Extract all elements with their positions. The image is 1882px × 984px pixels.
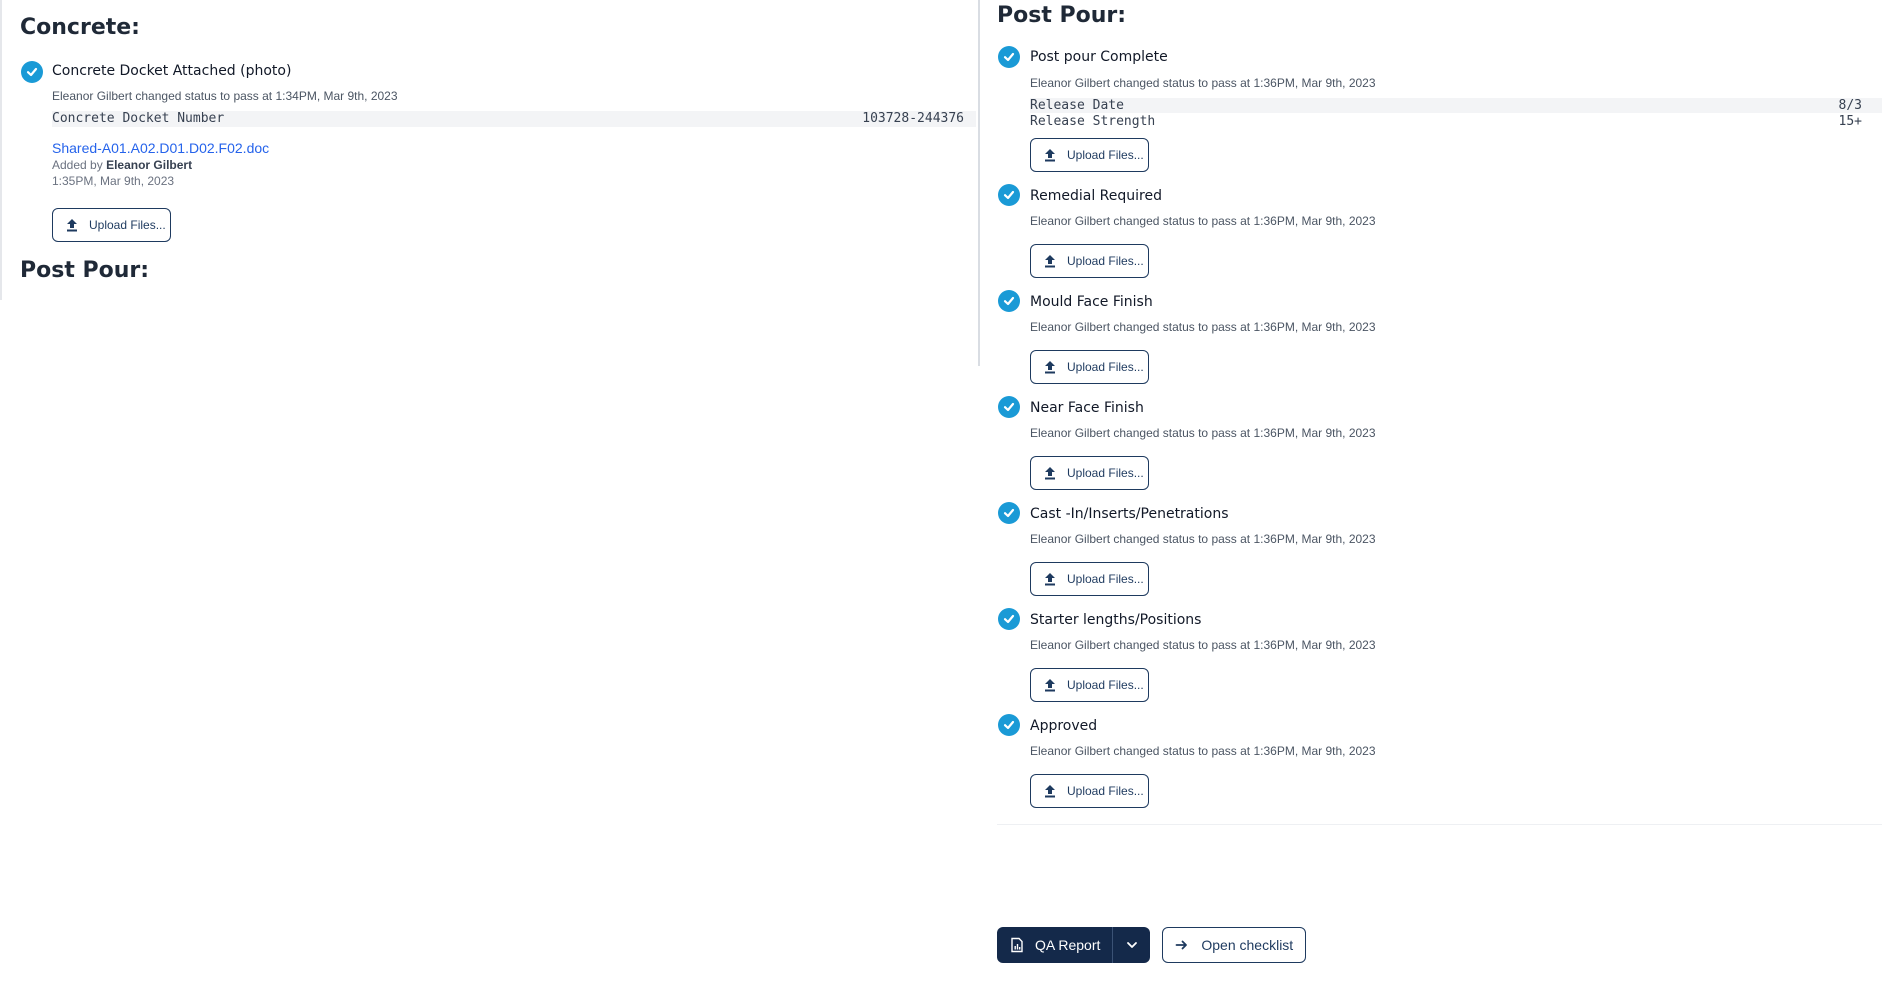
left-edge-divider	[0, 0, 2, 300]
action-bar: QA Report Open checklist	[997, 927, 1307, 963]
field-label: Concrete Docket Number	[52, 111, 225, 126]
field-value: 8/3	[1838, 98, 1862, 113]
checklist-item-title: Starter lengths/Positions	[1030, 612, 1202, 628]
upload-files-label: Upload Files...	[1067, 254, 1144, 268]
chevron-down-icon	[1126, 942, 1137, 948]
qa-report-label: QA Report	[1035, 937, 1101, 953]
field-row-docket-number: Concrete Docket Number 103728-244376	[52, 111, 976, 127]
upload-files-button[interactable]: Upload Files...	[1030, 562, 1149, 596]
section-title-post-pour: Post Pour:	[997, 3, 1127, 28]
checklist-item-title: Cast -In/Inserts/Penetrations	[1030, 506, 1229, 522]
checklist-item-status: Eleanor Gilbert changed status to pass a…	[1030, 214, 1376, 228]
upload-files-label: Upload Files...	[1067, 148, 1144, 162]
upload-files-button[interactable]: Upload Files...	[52, 208, 171, 242]
pane-divider	[978, 0, 980, 366]
upload-files-button[interactable]: Upload Files...	[1030, 456, 1149, 490]
upload-files-button[interactable]: Upload Files...	[1030, 138, 1149, 172]
checklist-item-status: Eleanor Gilbert changed status to pass a…	[52, 89, 398, 103]
upload-files-label: Upload Files...	[1067, 572, 1144, 586]
upload-icon	[1045, 785, 1055, 798]
left-pane: Concrete: Concrete Docket Attached (phot…	[0, 0, 978, 984]
upload-files-label: Upload Files...	[1067, 360, 1144, 374]
upload-files-label: Upload Files...	[1067, 678, 1144, 692]
upload-icon	[1045, 679, 1055, 692]
upload-files-label: Upload Files...	[89, 218, 166, 232]
upload-files-label: Upload Files...	[1067, 466, 1144, 480]
upload-icon	[1045, 361, 1055, 374]
check-circle-icon	[998, 396, 1020, 418]
checklist-item-status: Eleanor Gilbert changed status to pass a…	[1030, 76, 1376, 90]
upload-files-button[interactable]: Upload Files...	[1030, 350, 1149, 384]
checklist-item-title: Near Face Finish	[1030, 400, 1144, 416]
check-circle-icon	[998, 502, 1020, 524]
check-circle-icon	[998, 714, 1020, 736]
check-circle-icon	[998, 184, 1020, 206]
upload-icon	[1045, 149, 1055, 162]
checklist-item-status: Eleanor Gilbert changed status to pass a…	[1030, 744, 1376, 758]
field-row-release-strength: Release Strength 15+	[1030, 114, 1882, 129]
upload-icon	[1045, 573, 1055, 586]
check-circle-icon	[998, 46, 1020, 68]
checklist-item-title: Concrete Docket Attached (photo)	[52, 63, 292, 79]
checklist-item-title: Mould Face Finish	[1030, 294, 1153, 310]
section-title-concrete: Concrete:	[20, 15, 140, 40]
field-row-release-date: Release Date 8/3	[1030, 98, 1882, 113]
checklist-item-status: Eleanor Gilbert changed status to pass a…	[1030, 426, 1376, 440]
open-checklist-button[interactable]: Open checklist	[1162, 927, 1307, 963]
upload-icon	[1045, 255, 1055, 268]
section-divider	[997, 824, 1882, 825]
upload-files-button[interactable]: Upload Files...	[1030, 668, 1149, 702]
checklist-item-title: Approved	[1030, 718, 1098, 734]
qa-report-dropdown-toggle[interactable]	[1112, 927, 1150, 963]
file-added-by-prefix: Added by	[52, 158, 103, 172]
check-circle-icon	[998, 290, 1020, 312]
field-value: 15+	[1838, 114, 1862, 129]
checklist-item-title: Remedial Required	[1030, 188, 1162, 204]
checklist-item-status: Eleanor Gilbert changed status to pass a…	[1030, 320, 1376, 334]
qa-report-button[interactable]: QA Report	[997, 927, 1112, 963]
upload-files-label: Upload Files...	[1067, 784, 1144, 798]
field-value: 103728-244376	[862, 111, 964, 126]
file-added-time: 1:35PM, Mar 9th, 2023	[52, 174, 175, 188]
report-chart-icon	[1011, 937, 1023, 953]
qa-report-split-button: QA Report	[997, 927, 1151, 963]
checklist-item-title: Post pour Complete	[1030, 49, 1168, 65]
check-circle-icon	[998, 608, 1020, 630]
attached-file-link[interactable]: Shared-A01.A02.D01.D02.F02.doc	[52, 140, 269, 156]
section-title-post-pour: Post Pour:	[20, 258, 150, 283]
arrow-right-icon	[1175, 940, 1188, 950]
file-added-by: Added by Eleanor Gilbert	[52, 158, 192, 172]
field-label: Release Date	[1030, 98, 1124, 113]
open-checklist-label: Open checklist	[1201, 937, 1294, 953]
upload-icon	[1045, 467, 1055, 480]
check-circle-icon	[21, 61, 43, 83]
checklist-item-status: Eleanor Gilbert changed status to pass a…	[1030, 532, 1376, 546]
checklist-item-status: Eleanor Gilbert changed status to pass a…	[1030, 638, 1376, 652]
upload-icon	[67, 219, 77, 232]
upload-files-button[interactable]: Upload Files...	[1030, 774, 1149, 808]
upload-files-button[interactable]: Upload Files...	[1030, 244, 1149, 278]
field-label: Release Strength	[1030, 114, 1156, 129]
file-added-by-name: Eleanor Gilbert	[106, 158, 193, 172]
